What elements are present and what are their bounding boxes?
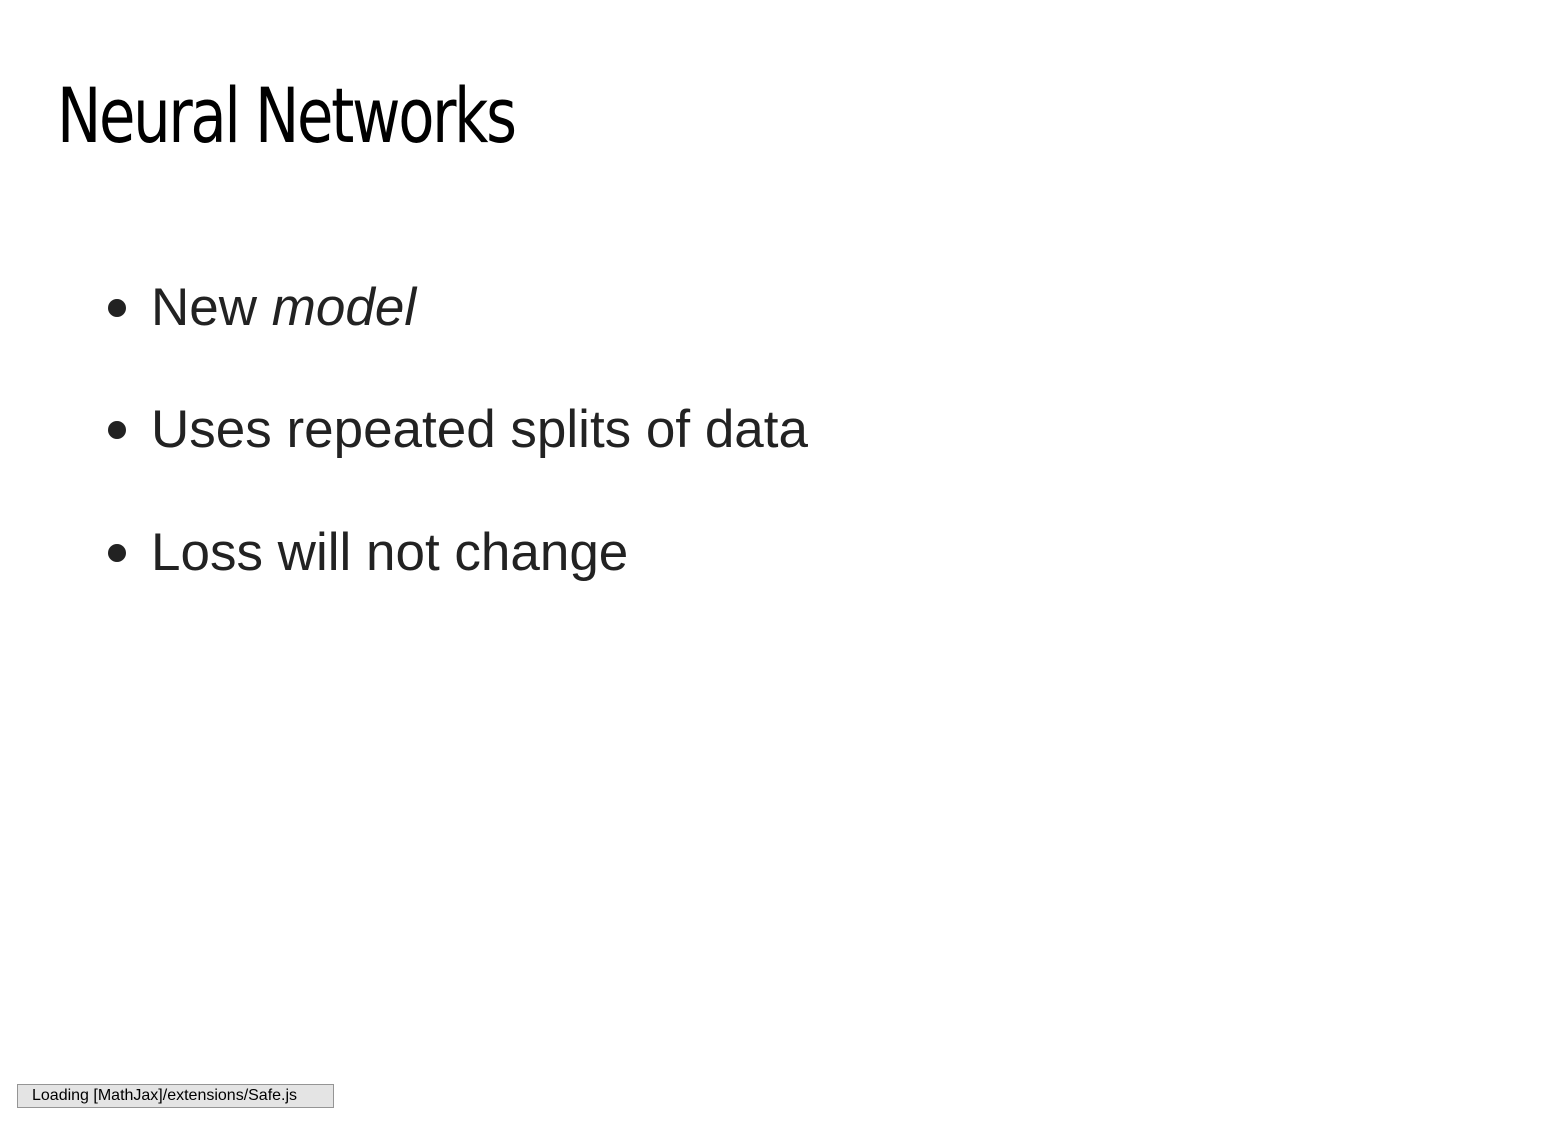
bullet-text: Loss will not change [151,523,629,582]
bullet-text: New model [151,270,416,346]
bullet-dot-icon [108,421,126,439]
slide-title: Neural Networks [57,71,517,160]
mathjax-loading-status: Loading [MathJax]/extensions/Safe.js [17,1084,334,1108]
slide: Neural Networks New model Uses repeated … [0,0,1561,1138]
bullet-text-plain: New [151,278,272,337]
bullet-text: Uses repeated splits of data [151,400,808,459]
bullet-text-emphasis: model [271,278,417,337]
bullet-dot-icon [108,299,126,317]
bullet-dot-icon [108,544,126,562]
